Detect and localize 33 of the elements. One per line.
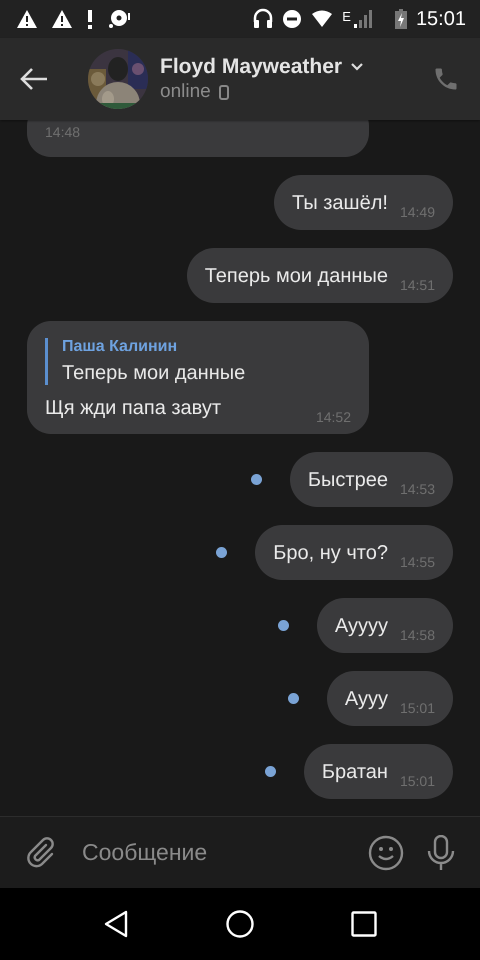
wifi-icon	[311, 10, 334, 28]
triangle-back-icon	[103, 910, 130, 938]
message-text: Быстрее	[308, 468, 388, 492]
headphones-icon	[253, 8, 274, 30]
signal-icon	[354, 10, 372, 28]
back-arrow-icon	[20, 67, 48, 91]
message-text: Теперь мои данные	[204, 264, 388, 288]
online-status: online	[160, 81, 211, 103]
square-recents-icon	[350, 911, 377, 937]
clock: 15:01	[416, 8, 466, 30]
reply-text: Теперь мои данные	[62, 362, 246, 385]
message-text: Ты зашёл!	[292, 192, 388, 214]
phone-device-icon	[218, 84, 229, 100]
message-text: Аууу	[344, 688, 388, 710]
paperclip-icon	[26, 836, 56, 868]
reply-author: Паша Калинин	[62, 338, 178, 356]
message-text: Бро, ну что?	[273, 542, 388, 564]
message-text: Щя жди папа завут	[45, 397, 222, 420]
disc-icon	[107, 9, 131, 29]
warning-icon	[16, 9, 38, 29]
message-text: Ауууу	[334, 614, 388, 638]
warning-icon	[51, 9, 73, 29]
microphone-icon	[426, 834, 456, 870]
do-not-disturb-icon	[282, 9, 302, 29]
smiley-icon	[368, 834, 404, 870]
alert-icon	[86, 9, 94, 29]
contact-name[interactable]: Floyd Mayweather	[160, 55, 342, 79]
chevron-down-icon[interactable]	[350, 62, 364, 72]
message-text: Братан	[322, 760, 388, 784]
circle-home-icon	[226, 910, 254, 938]
battery-charging-icon	[394, 9, 407, 29]
message-input[interactable]: Сообщение	[72, 831, 352, 874]
network-type: E	[342, 8, 351, 24]
